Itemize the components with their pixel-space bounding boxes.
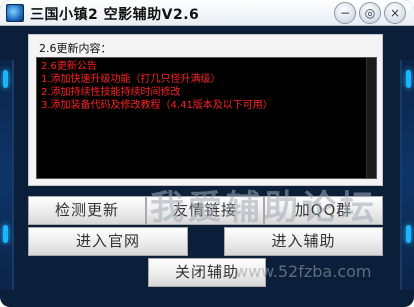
changelog-textbox[interactable]: 2.6更新公告 1.添加快速升级功能（打几只怪升满级） 2.添加持续性技能持续时… [36,57,377,179]
changelog-scrollbar[interactable] [366,58,376,178]
watermark-logo: 我爱辅助论坛 [150,188,378,228]
watermark-url: www.52fzba.com [235,262,372,281]
glow-indicator [406,70,411,88]
changelog-line: 3.添加装备代码及修改教程（4.41版本及以下可用） [41,100,273,111]
glow-indicator [3,225,8,243]
minimize-button[interactable]: − [334,2,356,24]
update-panel: 2.6更新内容： 2.6更新公告 1.添加快速升级功能（打几只怪升满级） 2.添… [28,34,383,186]
right-side-decoration [400,60,414,290]
changelog-line: 1.添加快速升级功能（打几只怪升满级） [41,74,221,85]
window-title: 三国小镇2 空影辅助V2.6 [30,7,200,23]
enter-assist-button[interactable]: 进入辅助 [224,227,383,256]
app-icon [6,4,24,22]
close-button[interactable]: × [384,2,406,24]
visit-website-button[interactable]: 进入官网 [28,227,188,256]
settings-button[interactable]: ◎ [359,2,381,24]
glow-indicator [406,225,411,243]
left-side-decoration [0,60,14,290]
title-bar[interactable]: 三国小镇2 空影辅助V2.6 − ◎ × [0,0,414,26]
changelog-line: 2.添加持续性技能持续时间修改 [41,87,181,98]
app-window: 三国小镇2 空影辅助V2.6 − ◎ × 2.6更新内容： 2.6更新公告 1.… [0,0,414,307]
glow-indicator [3,70,8,88]
check-update-button[interactable]: 检测更新 [28,196,146,225]
update-heading: 2.6更新内容： [39,42,112,55]
changelog-line: 2.6更新公告 [41,61,97,72]
